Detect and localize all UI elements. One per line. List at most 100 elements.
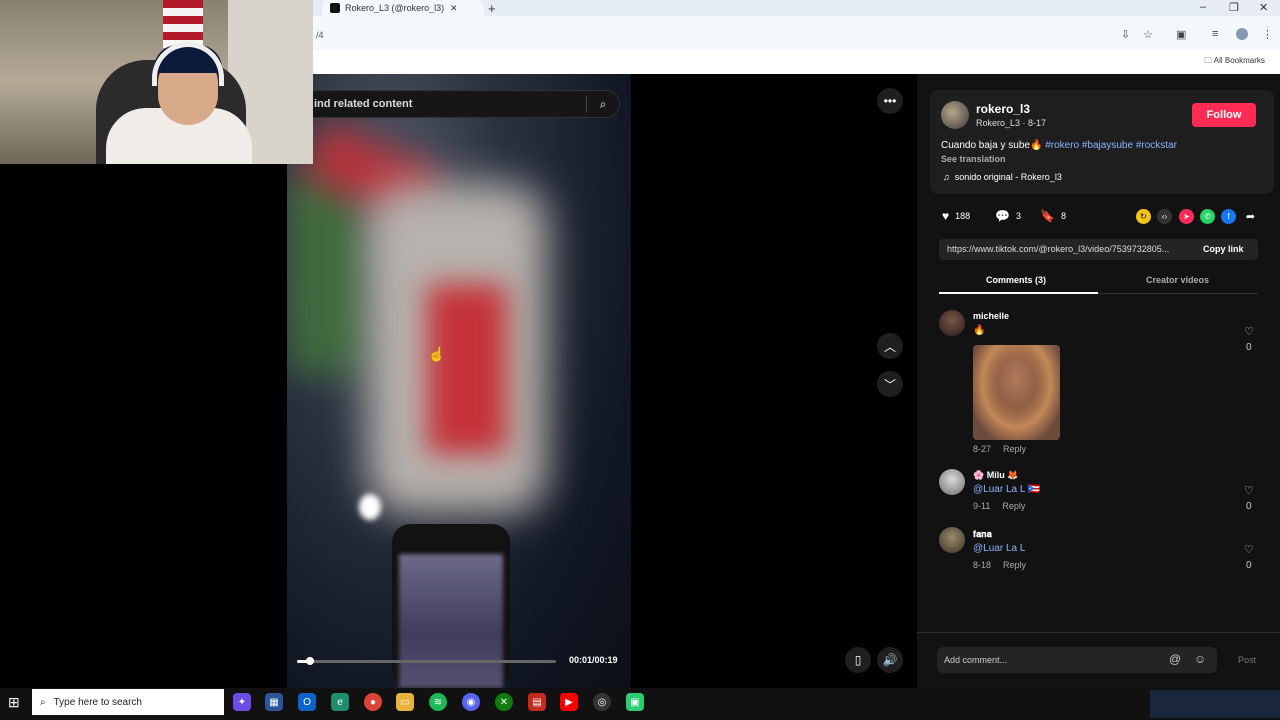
search-icon[interactable]: ⌕: [587, 97, 619, 112]
tab-creator-videos[interactable]: Creator videos: [1146, 275, 1209, 285]
floating-player-button[interactable]: ▯: [845, 647, 871, 673]
copy-link-button[interactable]: Copy link: [1203, 244, 1244, 254]
embed-icon[interactable]: ‹›: [1157, 209, 1172, 224]
comment-like-heart-icon[interactable]: ♡: [1244, 484, 1254, 497]
author-avatar[interactable]: [941, 101, 969, 129]
comment-text[interactable]: @Luar La L: [973, 543, 1025, 554]
xbox-icon[interactable]: ✕: [495, 693, 513, 711]
profile-avatar-icon[interactable]: [1236, 28, 1248, 40]
media-control-icon[interactable]: ≡: [1212, 28, 1218, 40]
file-explorer-icon[interactable]: ▭: [396, 693, 414, 711]
hashtag-link[interactable]: #bajaysube: [1082, 140, 1133, 151]
comment-meta: 8-18 Reply: [973, 560, 1026, 570]
video-progress-bar[interactable]: [297, 657, 556, 665]
youtube-icon[interactable]: ▶: [560, 693, 578, 711]
comment-date: 8-18: [973, 560, 992, 570]
previous-video-button[interactable]: ︿: [877, 333, 903, 359]
system-tray[interactable]: [1150, 690, 1280, 718]
obs-icon[interactable]: ◎: [593, 693, 611, 711]
commenter-name[interactable]: michelle: [973, 311, 1009, 321]
reply-link[interactable]: Reply: [1003, 560, 1026, 570]
music-note-icon: ♫: [943, 172, 950, 182]
repost-icon[interactable]: ↻: [1136, 209, 1151, 224]
webcam-overlay: [0, 0, 313, 164]
sound-link[interactable]: ♫ sonido original - Rokero_l3: [943, 172, 1062, 182]
author-username[interactable]: rokero_l3: [976, 102, 1030, 116]
post-comment-button[interactable]: Post: [1238, 655, 1256, 665]
minimize-button[interactable]: –: [1200, 1, 1206, 13]
browser-tab[interactable]: Rokero_L3 (@rokero_l3) | TikTok ✕: [322, 0, 484, 16]
hashtag-link[interactable]: #rokero: [1045, 140, 1079, 151]
all-bookmarks-link[interactable]: 🗀 All Bookmarks: [1204, 55, 1265, 69]
share-arrow-icon[interactable]: ➦: [1243, 209, 1258, 224]
store-icon[interactable]: ▦: [265, 693, 283, 711]
facebook-icon[interactable]: f: [1221, 209, 1236, 224]
tab-search-icon[interactable]: ▣: [1176, 28, 1186, 41]
taskbar-search[interactable]: ⌕ Type here to search: [32, 689, 224, 715]
progress-knob[interactable]: [305, 657, 314, 665]
copilot-icon[interactable]: ✦: [233, 693, 251, 711]
comment-text: 🔥: [973, 325, 986, 336]
spotify-icon[interactable]: ≋: [429, 693, 447, 711]
hashtag-link[interactable]: #rockstar: [1136, 140, 1177, 151]
send-icon[interactable]: ➤: [1179, 209, 1194, 224]
tab-active-indicator: [939, 292, 1098, 294]
mention-icon[interactable]: @: [1169, 652, 1181, 666]
windows-start-icon[interactable]: ⊞: [8, 694, 20, 711]
save-count: 8: [1060, 211, 1066, 221]
comment-meta: 8-27 Reply: [973, 444, 1026, 454]
caption-text: Cuando baja y sube🔥: [941, 140, 1043, 151]
bookmark-star-icon[interactable]: ☆: [1143, 28, 1153, 41]
comment-date: 8-27: [973, 444, 992, 454]
like-count: 188: [955, 211, 971, 221]
app-icon-green[interactable]: ▣: [626, 693, 644, 711]
save-stat[interactable]: 🔖 8: [1040, 209, 1066, 223]
tab-title: Rokero_L3 (@rokero_l3) | TikTok: [345, 3, 445, 13]
share-link-text[interactable]: https://www.tiktok.com/@rokero_l3/video/…: [947, 244, 1191, 254]
composer-divider: [917, 632, 1280, 633]
next-video-button[interactable]: ﹀: [877, 371, 903, 397]
video-light: [359, 494, 381, 520]
emoji-icon[interactable]: ☺: [1194, 652, 1206, 666]
comment-text[interactable]: @Luar La L 🇵🇷: [973, 484, 1040, 495]
volume-icon: 🔊: [882, 653, 898, 667]
tab-close-icon[interactable]: ✕: [450, 3, 458, 14]
url-text[interactable]: /4: [316, 30, 324, 40]
comment-like-heart-icon[interactable]: ♡: [1244, 325, 1254, 338]
comment-like-heart-icon[interactable]: ♡: [1244, 543, 1254, 556]
chevron-down-icon: ﹀: [883, 377, 896, 392]
whatsapp-icon[interactable]: ✆: [1200, 209, 1215, 224]
chrome-icon[interactable]: ●: [364, 693, 382, 711]
video-player[interactable]: [287, 74, 631, 688]
volume-button[interactable]: 🔊: [877, 647, 903, 673]
commenter-avatar[interactable]: [939, 310, 965, 336]
edge-icon[interactable]: e: [331, 693, 349, 711]
close-window-button[interactable]: ✕: [1259, 1, 1268, 14]
comment-count: 3: [1015, 211, 1021, 221]
discord-icon[interactable]: ◉: [462, 693, 480, 711]
search-input[interactable]: ind related content: [313, 98, 586, 110]
tab-comments[interactable]: Comments (3): [986, 275, 1046, 285]
restore-button[interactable]: ❐: [1229, 1, 1239, 14]
outlook-icon[interactable]: O: [298, 693, 316, 711]
more-options-button[interactable]: •••: [877, 88, 903, 114]
comment-like-count: 0: [1246, 342, 1252, 353]
commenter-name[interactable]: 🌸 Milu 🦊: [973, 470, 1018, 481]
bookmark-icon: 🔖: [1040, 209, 1055, 223]
reply-link[interactable]: Reply: [1002, 501, 1025, 511]
commenter-avatar[interactable]: [939, 527, 965, 553]
related-content-search[interactable]: ind related content ⌕: [313, 90, 620, 118]
browser-menu-icon[interactable]: ⋮: [1262, 28, 1273, 41]
like-stat[interactable]: ♥ 188: [942, 209, 970, 223]
install-app-icon[interactable]: ⇩: [1121, 28, 1130, 41]
commenter-avatar[interactable]: [939, 469, 965, 495]
reply-link[interactable]: Reply: [1003, 444, 1026, 454]
app-icon[interactable]: ▤: [528, 693, 546, 711]
webcam-flag: [163, 0, 203, 48]
commenter-name[interactable]: 𝐟𝐚𝐧𝐚: [973, 529, 992, 540]
heart-icon: ♥: [942, 209, 950, 223]
comment-stat[interactable]: 💬 3: [995, 209, 1021, 223]
see-translation-link[interactable]: See translation: [941, 154, 1006, 164]
follow-button[interactable]: Follow: [1192, 103, 1256, 127]
new-tab-button[interactable]: +: [488, 1, 496, 16]
